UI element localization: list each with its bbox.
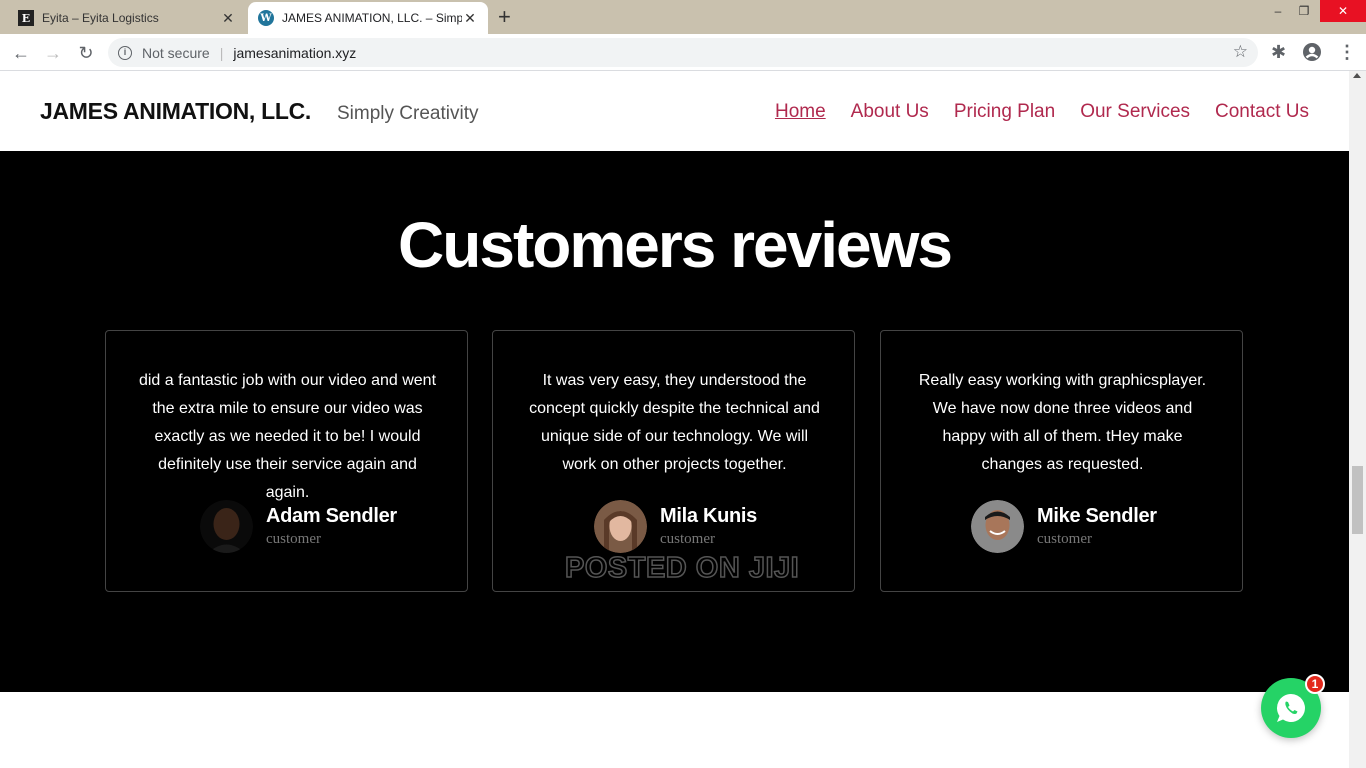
reviews-heading: Customers reviews bbox=[398, 209, 953, 281]
profile-avatar-icon[interactable] bbox=[1302, 42, 1322, 62]
reviewer-role: customer bbox=[1037, 530, 1092, 547]
avatar bbox=[200, 499, 253, 553]
reviewer-name: Mila Kunis bbox=[660, 504, 758, 527]
reviewer: Mike Sendler customer bbox=[971, 499, 1157, 553]
menu-item-pricing-plan[interactable]: Pricing Plan bbox=[954, 101, 1055, 123]
scroll-up-arrow-icon[interactable] bbox=[1353, 73, 1361, 78]
avatar bbox=[971, 499, 1024, 553]
review-quote: It was very easy, they understood the co… bbox=[529, 372, 820, 473]
avatar bbox=[594, 499, 647, 553]
customer-reviews-section: Customers reviews did a fantastic job wi… bbox=[0, 151, 1349, 692]
forward-arrow-icon[interactable]: → bbox=[40, 40, 66, 66]
wordpress-favicon-icon: W bbox=[258, 10, 274, 26]
page-viewport: JAMES ANIMATION, LLC. Simply Creativity … bbox=[0, 71, 1349, 768]
tab-close-icon[interactable]: ✕ bbox=[220, 10, 236, 27]
new-tab-button[interactable]: + bbox=[498, 5, 511, 29]
site-header: JAMES ANIMATION, LLC. Simply Creativity … bbox=[0, 71, 1349, 151]
tab-close-icon[interactable]: ✕ bbox=[462, 10, 478, 27]
scrollbar-thumb[interactable] bbox=[1352, 466, 1363, 534]
browser-toolbar: ← → ↻ i Not secure | jamesanimation.xyz … bbox=[0, 34, 1366, 71]
address-separator: | bbox=[219, 44, 224, 61]
eyita-favicon-icon: E bbox=[18, 10, 34, 26]
address-bar[interactable]: i Not secure | jamesanimation.xyz ☆ bbox=[108, 38, 1258, 67]
reviewer-name: Mike Sendler bbox=[1037, 504, 1157, 527]
security-indicator[interactable]: Not secure bbox=[142, 45, 210, 61]
extensions-puzzle-icon[interactable]: ✱ bbox=[1271, 42, 1286, 63]
watermark-text: POSTED ON JIJI bbox=[564, 551, 800, 585]
menu-item-our-services[interactable]: Our Services bbox=[1080, 101, 1190, 123]
page-scrollbar[interactable] bbox=[1349, 71, 1366, 768]
browser-menu-icon[interactable]: ⋮ bbox=[1338, 42, 1356, 63]
site-tagline: Simply Creativity bbox=[337, 103, 479, 124]
site-brand[interactable]: JAMES ANIMATION, LLC. bbox=[40, 98, 311, 125]
menu-item-home[interactable]: Home bbox=[775, 101, 826, 123]
reload-icon[interactable]: ↻ bbox=[73, 40, 99, 66]
browser-tab-eyita[interactable]: E Eyita – Eyita Logistics ✕ bbox=[8, 2, 246, 34]
review-quote: did a fantastic job with our video and w… bbox=[138, 372, 437, 501]
browser-tab-strip: E Eyita – Eyita Logistics ✕ W JAMES ANIM… bbox=[0, 0, 1366, 34]
reviewer-role: customer bbox=[660, 530, 715, 547]
menu-item-contact-us[interactable]: Contact Us bbox=[1215, 101, 1309, 123]
browser-tab-james-animation[interactable]: W JAMES ANIMATION, LLC. – Simply Creativ… bbox=[248, 2, 488, 34]
chat-notification-badge: 1 bbox=[1305, 674, 1325, 694]
main-menu: Home About Us Pricing Plan Our Services … bbox=[775, 101, 1309, 123]
reviewer: Adam Sendler customer bbox=[200, 499, 397, 553]
menu-item-about-us[interactable]: About Us bbox=[851, 101, 929, 123]
reviewer: Mila Kunis customer bbox=[594, 499, 757, 553]
review-card: Really easy working with graphicsplayer.… bbox=[880, 330, 1243, 592]
tab-title: JAMES ANIMATION, LLC. – Simply Creativit… bbox=[282, 11, 462, 25]
window-close-button[interactable]: ✕ bbox=[1320, 0, 1366, 22]
bookmark-star-icon[interactable]: ☆ bbox=[1233, 42, 1248, 62]
review-card: did a fantastic job with our video and w… bbox=[105, 330, 468, 592]
address-url[interactable]: jamesanimation.xyz bbox=[233, 45, 356, 61]
review-quote: Really easy working with graphicsplayer.… bbox=[918, 372, 1207, 473]
tab-title: Eyita – Eyita Logistics bbox=[42, 11, 159, 25]
back-arrow-icon[interactable]: ← bbox=[8, 40, 34, 66]
info-icon[interactable]: i bbox=[118, 45, 132, 60]
whatsapp-icon bbox=[1276, 694, 1305, 722]
reviewer-role: customer bbox=[266, 530, 321, 547]
reviewer-name: Adam Sendler bbox=[266, 504, 397, 527]
